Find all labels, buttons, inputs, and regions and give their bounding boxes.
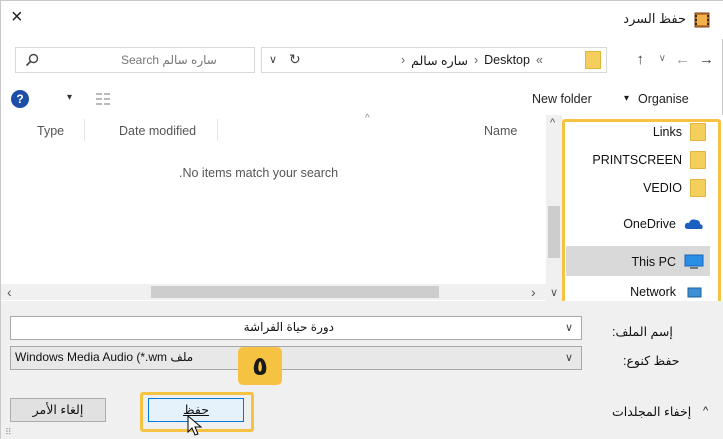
save-type-dropdown-icon[interactable]: ∨ [565, 351, 573, 364]
mouse-cursor-icon [187, 415, 203, 436]
film-icon [694, 12, 710, 28]
breadcrumb-item-desktop[interactable]: Desktop [484, 53, 530, 68]
column-divider[interactable] [217, 119, 218, 141]
nav-item-this-pc[interactable]: This PC [632, 249, 704, 275]
nav-item-label: PRINTSCREEN [592, 153, 682, 167]
nav-item-vedio[interactable]: VEDIO [643, 175, 706, 201]
resize-grip-icon[interactable]: ⠿ [5, 427, 12, 438]
sort-arrow-icon: ^ [365, 113, 370, 124]
network-icon [687, 287, 702, 298]
column-name[interactable]: Name [484, 124, 517, 138]
back-arrow-icon[interactable]: → [699, 51, 714, 68]
address-dropdown-icon[interactable]: ∨ [269, 53, 277, 66]
cancel-button-label: إلغاء الأمر [32, 403, 84, 417]
folder-icon [585, 51, 601, 69]
cloud-icon [684, 219, 703, 229]
filename-value: دورة حياة الفراشة [243, 320, 334, 334]
help-icon[interactable]: ? [11, 90, 29, 108]
recent-locations-icon[interactable]: ∨ [659, 53, 666, 64]
breadcrumb-item-user[interactable]: ساره سالم [411, 53, 468, 68]
forward-arrow-icon[interactable]: ← [675, 51, 690, 68]
folder-icon [690, 151, 706, 169]
save-type-value: ملف Windows Media Audio (*.wm [15, 350, 194, 364]
view-options-icon[interactable] [95, 91, 111, 107]
search-icon [25, 53, 39, 67]
hide-folders-arrow-icon[interactable]: ^ [703, 405, 708, 417]
column-date-modified[interactable]: Date modified [119, 124, 196, 138]
nav-item-label: VEDIO [643, 181, 682, 195]
filename-label: إسم الملف: [612, 325, 673, 339]
scroll-right-icon[interactable]: › [531, 284, 536, 300]
up-arrow-icon[interactable]: ↑ [637, 51, 645, 68]
folder-icon [690, 179, 706, 197]
organise-button[interactable]: Organise [638, 92, 689, 106]
computer-icon [684, 254, 704, 269]
save-type-label: حفظ كنوع: [623, 354, 680, 368]
column-divider[interactable] [84, 119, 85, 141]
nav-item-label: Links [652, 125, 682, 139]
filename-dropdown-icon[interactable]: ∨ [565, 321, 573, 334]
scroll-down-icon[interactable]: ∨ [550, 286, 558, 299]
new-folder-button[interactable]: New folder [532, 92, 592, 106]
nav-item-onedrive[interactable]: OneDrive [623, 211, 704, 237]
vertical-scroll-thumb[interactable] [548, 206, 560, 258]
horizontal-scroll-thumb[interactable] [151, 286, 439, 298]
organise-dropdown-icon: ▾ [624, 93, 630, 104]
cancel-button[interactable]: إلغاء الأمر [10, 398, 106, 422]
scroll-up-icon[interactable]: ^ [550, 117, 555, 129]
nav-item-label: This PC [631, 255, 676, 269]
breadcrumb-sep: › [401, 53, 406, 67]
refresh-icon[interactable]: ↻ [289, 51, 301, 68]
nav-item-printscreen[interactable]: PRINTSCREEN [592, 147, 706, 173]
nav-item-network[interactable]: Network [630, 285, 704, 301]
file-list[interactable] [1, 115, 546, 291]
search-placeholder: Search ساره سالم [121, 53, 217, 67]
view-dropdown-icon[interactable]: ▾ [67, 92, 72, 103]
hide-folders-toggle[interactable]: إخفاء المجلدات [612, 404, 691, 419]
nav-item-label: Network [630, 285, 676, 299]
save-dialog: × حفظ السرد → ← ∨ ↑ › ساره سالم › Deskto… [0, 0, 723, 439]
breadcrumb: › ساره سالم › Desktop « [401, 53, 543, 68]
close-icon[interactable]: × [11, 7, 23, 27]
breadcrumb-sep: › [473, 53, 479, 67]
window-title: حفظ السرد [623, 11, 686, 26]
scroll-left-icon[interactable]: ‹ [7, 284, 12, 300]
empty-message: .No items match your search [179, 166, 339, 180]
breadcrumb-overflow[interactable]: « [536, 53, 543, 68]
nav-item-label: OneDrive [623, 217, 676, 231]
title-bar [1, 1, 723, 39]
nav-item-links[interactable]: Links [653, 119, 706, 145]
column-type[interactable]: Type [37, 124, 64, 138]
step-number-badge: ٥ [238, 347, 282, 385]
folder-icon [690, 123, 706, 141]
